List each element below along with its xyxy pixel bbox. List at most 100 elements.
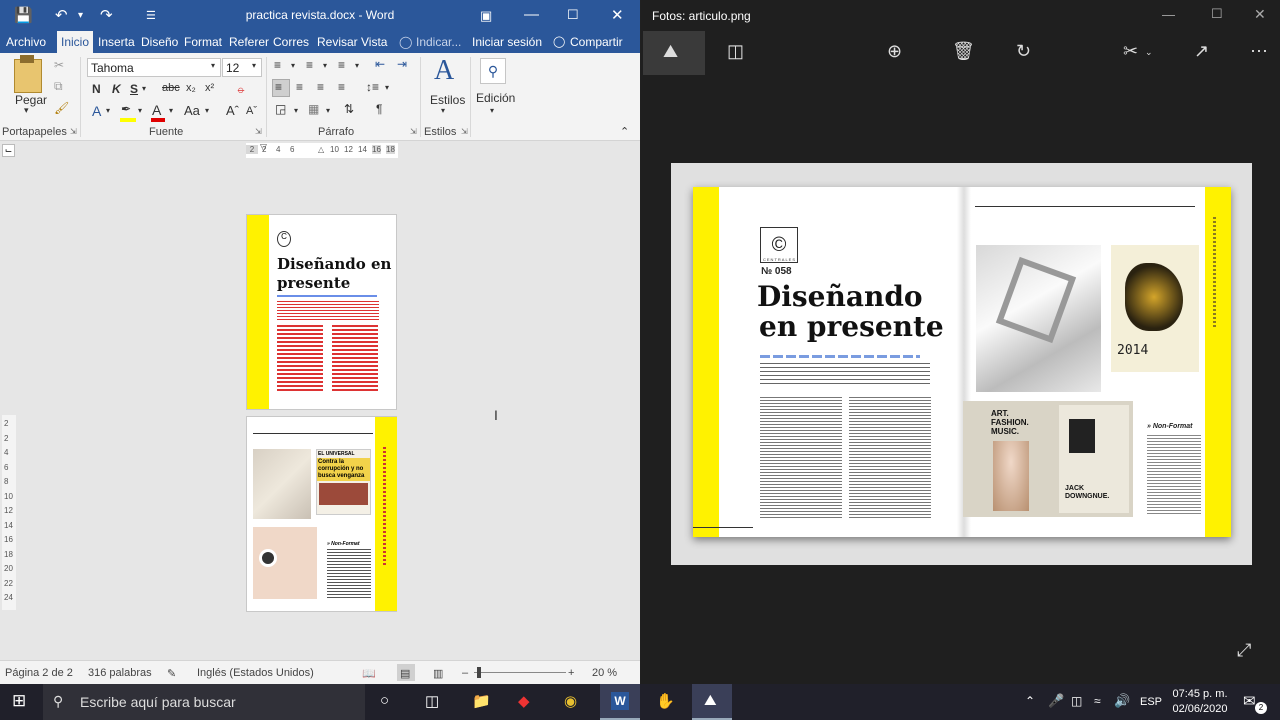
decrease-indent-icon[interactable]: ⇤ (375, 57, 385, 71)
page-2[interactable]: EL UNIVERSAL Contra la corrupción y no b… (246, 416, 397, 612)
edit-dropdown-icon[interactable]: ⌄ (1145, 47, 1153, 58)
change-case-dropdown-icon[interactable]: ▾ (205, 106, 209, 115)
superscript-button[interactable]: x² (205, 82, 214, 94)
close-icon[interactable]: ✕ (1254, 6, 1266, 23)
proofing-icon[interactable]: ✎ (167, 667, 176, 680)
battery-icon[interactable]: ◫ (1071, 694, 1082, 708)
font-color-icon[interactable]: A (152, 102, 161, 118)
align-right-icon[interactable]: ≡ (317, 80, 324, 94)
italic-button[interactable]: K (112, 82, 121, 96)
paste-button[interactable]: Pegar (15, 93, 47, 107)
text-effects-dropdown-icon[interactable]: ▾ (106, 106, 110, 115)
clear-formatting-icon[interactable]: ⦵ (236, 82, 246, 97)
highlight-icon[interactable]: ✒ (121, 102, 131, 116)
bullets-icon[interactable]: ≡ (274, 58, 281, 72)
volume-icon[interactable]: 🔊 (1114, 693, 1130, 709)
app-red-icon[interactable]: ◆ (518, 692, 530, 710)
language-indicator[interactable]: ESP (1140, 696, 1162, 708)
language-status[interactable]: Inglés (Estados Unidos) (197, 667, 314, 679)
tab-selector-icon[interactable]: ⌙ (2, 144, 15, 157)
file-explorer-icon[interactable]: 📁 (472, 692, 491, 710)
tab-inicio[interactable]: Inicio (57, 31, 94, 53)
delete-icon[interactable]: 🗑 (952, 41, 975, 62)
rotate-icon[interactable]: ↻ (1016, 41, 1031, 62)
tab-revisar[interactable]: Revisar (317, 35, 358, 49)
text-effects-icon[interactable]: A (92, 103, 101, 119)
zoom-slider-thumb[interactable] (477, 667, 481, 678)
maximize-icon[interactable]: ☐ (567, 7, 579, 23)
shading-dropdown-icon[interactable]: ▾ (294, 106, 298, 115)
microphone-icon[interactable]: 🎤 (1048, 693, 1064, 709)
change-case-icon[interactable]: Aa (184, 103, 200, 118)
line-spacing-icon[interactable]: ↕≡ (366, 80, 379, 94)
borders-dropdown-icon[interactable]: ▾ (326, 106, 330, 115)
edit-create-icon[interactable]: ✂ (1123, 41, 1138, 62)
sort-icon[interactable]: ⇅ (344, 102, 354, 116)
subscript-button[interactable]: x₂ (186, 82, 196, 94)
align-center-icon[interactable]: ≡ (296, 80, 303, 94)
tab-formato[interactable]: Format (184, 35, 222, 49)
photo-image[interactable]: © CENTRALES № 058 Diseñando en presente … (671, 163, 1252, 565)
bullets-dropdown-icon[interactable]: ▾ (291, 61, 295, 70)
shading-icon[interactable]: ◲ (275, 102, 286, 116)
minimize-icon[interactable]: — (1162, 7, 1175, 22)
task-view-icon[interactable]: ◫ (425, 692, 439, 710)
editing-dropdown-icon[interactable]: ▾ (490, 106, 494, 115)
clock-date[interactable]: 02/06/2020 (1171, 703, 1229, 715)
share-icon[interactable]: ↗ (1194, 41, 1209, 62)
close-icon[interactable]: ✕ (611, 6, 624, 24)
collapse-ribbon-icon[interactable]: ⌃ (620, 125, 629, 138)
more-icon[interactable]: ⋯ (1250, 41, 1268, 62)
styles-button[interactable]: Estilos (430, 93, 465, 107)
copy-icon[interactable]: ⧉ (54, 79, 63, 94)
bold-button[interactable]: N (92, 82, 101, 96)
tell-me-box[interactable]: Indicar... (416, 35, 461, 49)
web-layout-icon[interactable]: ▥ (433, 667, 443, 680)
fuente-launcher-icon[interactable]: ⇲ (255, 127, 262, 136)
borders-icon[interactable]: ▦ (308, 102, 319, 116)
portapapeles-launcher-icon[interactable]: ⇲ (70, 127, 77, 136)
tab-insertar[interactable]: Inserta (98, 35, 135, 49)
parrafo-launcher-icon[interactable]: ⇲ (410, 127, 417, 136)
chrome-icon[interactable]: ◉ (564, 692, 577, 710)
search-icon[interactable]: ⚲ (480, 58, 506, 84)
word-taskbar-button[interactable]: W (600, 684, 640, 720)
read-mode-icon[interactable]: 📖 (362, 667, 376, 680)
numbering-dropdown-icon[interactable]: ▾ (323, 61, 327, 70)
multilevel-list-icon[interactable]: ≡ (338, 58, 345, 72)
zoom-level[interactable]: 20 % (592, 667, 617, 679)
numbering-icon[interactable]: ≡ (306, 58, 313, 72)
font-size-dropdown-icon[interactable]: ▾ (252, 61, 256, 70)
minimize-icon[interactable]: — (524, 6, 539, 23)
zoom-slider[interactable] (474, 672, 566, 673)
show-hidden-icons[interactable]: ⌃ (1025, 694, 1035, 708)
format-painter-icon[interactable]: 🖌 (54, 101, 69, 115)
increase-indent-icon[interactable]: ⇥ (397, 57, 407, 71)
share-button[interactable]: Compartir (570, 35, 623, 49)
tab-correspondencia[interactable]: Corres (273, 35, 309, 49)
tab-referencias[interactable]: Referer (229, 35, 269, 49)
windows-start-icon[interactable]: ⊞ (12, 691, 26, 711)
slideshow-icon[interactable]: ◫ (727, 41, 744, 62)
page-count[interactable]: Página 2 de 2 (5, 667, 73, 679)
horizontal-ruler[interactable]: 2 2 4 6 △ 10 12 14 16 18 ▽ (246, 142, 398, 158)
paste-dropdown-icon[interactable]: ▾ (24, 105, 29, 116)
word-count[interactable]: 316 palabras (88, 667, 152, 679)
font-name-box[interactable]: Tahoma (87, 58, 221, 77)
line-spacing-dropdown-icon[interactable]: ▾ (385, 83, 389, 92)
font-name-dropdown-icon[interactable]: ▾ (211, 61, 215, 70)
multilevel-dropdown-icon[interactable]: ▾ (355, 61, 359, 70)
styles-dropdown-icon[interactable]: ▾ (441, 106, 445, 115)
tab-vista[interactable]: Vista (361, 35, 387, 49)
shrink-font-icon[interactable]: Aˇ (246, 105, 257, 117)
cortana-icon[interactable]: ○ (380, 692, 389, 709)
maximize-icon[interactable]: ☐ (1211, 6, 1223, 22)
tab-diseno[interactable]: Diseño (141, 35, 178, 49)
estilos-launcher-icon[interactable]: ⇲ (461, 127, 468, 136)
page-1[interactable]: C Diseñando en presente (246, 214, 397, 410)
editing-button[interactable]: Edición (476, 91, 515, 105)
strikethrough-button[interactable]: abc (162, 82, 180, 94)
clock-time[interactable]: 07:45 p. m. (1171, 688, 1229, 700)
document-area[interactable]: C Diseñando en presente EL UNIVERSAL Con… (0, 160, 640, 660)
paste-icon[interactable] (14, 59, 42, 93)
